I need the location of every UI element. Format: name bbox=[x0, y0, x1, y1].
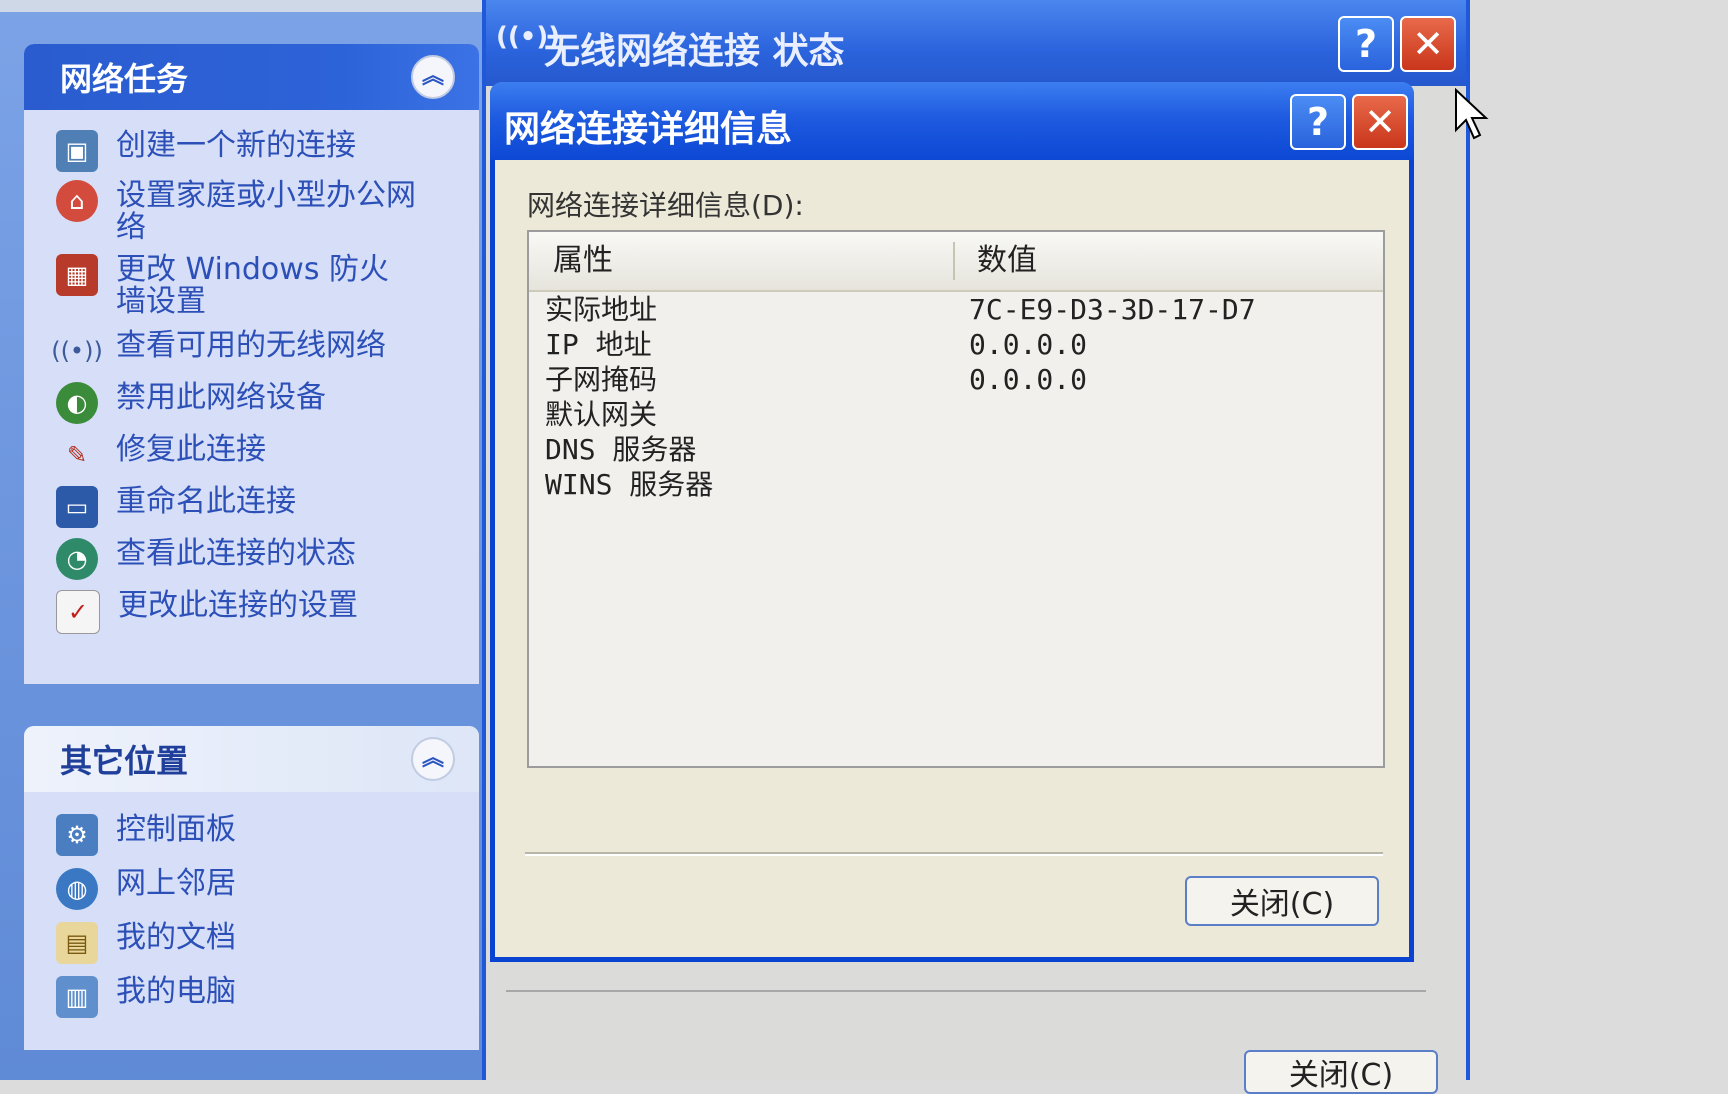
task-disable-device[interactable]: ◐ 禁用此网络设备 bbox=[24, 382, 479, 434]
help-button[interactable]: ? bbox=[1290, 94, 1346, 150]
new-connection-icon: ▣ bbox=[56, 130, 98, 172]
my-documents-icon: ▤ bbox=[56, 922, 98, 964]
mouse-cursor-icon bbox=[1455, 88, 1489, 140]
table-row[interactable]: 实际地址 7C-E9-D3-3D-17-D7 bbox=[529, 292, 1383, 327]
table-row[interactable]: WINS 服务器 bbox=[529, 467, 1383, 502]
firewall-icon: ▦ bbox=[56, 254, 98, 296]
column-divider[interactable] bbox=[953, 242, 955, 280]
network-places-icon: ◍ bbox=[56, 868, 98, 910]
table-row[interactable]: 子网掩码 0.0.0.0 bbox=[529, 362, 1383, 397]
other-places-panel: 其它位置 ︽ ⚙ 控制面板 ◍ 网上邻居 ▤ 我的文档 ▥ 我的电脑 bbox=[24, 726, 479, 1050]
wireless-icon: ((•)) bbox=[51, 337, 103, 365]
network-tasks-header[interactable]: 网络任务 ︽ bbox=[24, 44, 479, 110]
top-strip bbox=[0, 0, 500, 12]
task-change-settings[interactable]: ✓ 更改此连接的设置 bbox=[24, 590, 479, 642]
settings-icon: ✓ bbox=[56, 590, 100, 634]
network-tasks-title: 网络任务 bbox=[60, 60, 189, 98]
place-my-computer[interactable]: ▥ 我的电脑 bbox=[24, 976, 479, 1030]
task-rename[interactable]: ▭ 重命名此连接 bbox=[24, 486, 479, 538]
help-button[interactable]: ? bbox=[1338, 16, 1394, 72]
details-list-label: 网络连接详细信息(D): bbox=[527, 189, 804, 222]
details-listview[interactable]: 属性 数值 实际地址 7C-E9-D3-3D-17-D7 IP 地址 0.0.0… bbox=[527, 230, 1385, 768]
task-repair[interactable]: ✎ 修复此连接 bbox=[24, 434, 479, 486]
details-close-button[interactable]: 关闭(C) bbox=[1185, 876, 1379, 926]
place-my-documents[interactable]: ▤ 我的文档 bbox=[24, 922, 479, 976]
place-control-panel[interactable]: ⚙ 控制面板 bbox=[24, 814, 479, 868]
details-dialog-title: 网络连接详细信息 bbox=[504, 109, 793, 150]
collapse-icon[interactable]: ︽ bbox=[411, 737, 455, 781]
listview-header: 属性 数值 bbox=[529, 232, 1383, 292]
rename-icon: ▭ bbox=[56, 486, 98, 528]
task-create-connection[interactable]: ▣ 创建一个新的连接 bbox=[24, 130, 479, 180]
control-panel-icon: ⚙ bbox=[56, 814, 98, 856]
table-row[interactable]: DNS 服务器 bbox=[529, 432, 1383, 467]
disable-device-icon: ◐ bbox=[56, 382, 98, 424]
task-firewall[interactable]: ▦ 更改 Windows 防火墙设置 bbox=[24, 254, 479, 330]
place-network[interactable]: ◍ 网上邻居 bbox=[24, 868, 479, 922]
collapse-icon[interactable]: ︽ bbox=[411, 55, 455, 99]
repair-icon: ✎ bbox=[66, 441, 88, 469]
dialog-divider bbox=[525, 852, 1383, 856]
status-window-titlebar[interactable]: ((•)) 无线网络连接 状态 ? ✕ bbox=[486, 0, 1466, 86]
task-home-network[interactable]: ⌂ 设置家庭或小型办公网络 bbox=[24, 180, 479, 254]
table-row[interactable]: 默认网关 bbox=[529, 397, 1383, 432]
close-button[interactable]: ✕ bbox=[1400, 16, 1456, 72]
column-header-value[interactable]: 数值 bbox=[977, 232, 1037, 290]
status-divider bbox=[506, 990, 1426, 996]
details-dialog: 网络连接详细信息 ? ✕ 网络连接详细信息(D): 属性 数值 实际地址 7C-… bbox=[490, 82, 1414, 962]
task-view-wireless[interactable]: ((•)) 查看可用的无线网络 bbox=[24, 330, 479, 382]
details-dialog-titlebar[interactable]: 网络连接详细信息 ? ✕ bbox=[490, 82, 1414, 160]
status-close-button[interactable]: 关闭(C) bbox=[1244, 1050, 1438, 1094]
network-tasks-panel: 网络任务 ︽ ▣ 创建一个新的连接 ⌂ 设置家庭或小型办公网络 ▦ 更改 Win… bbox=[24, 44, 479, 684]
close-button[interactable]: ✕ bbox=[1352, 94, 1408, 150]
my-computer-icon: ▥ bbox=[56, 976, 98, 1018]
home-network-icon: ⌂ bbox=[56, 180, 98, 222]
status-window-title: 无线网络连接 状态 bbox=[544, 31, 845, 72]
table-row[interactable]: IP 地址 0.0.0.0 bbox=[529, 327, 1383, 362]
status-icon: ◔ bbox=[56, 538, 98, 580]
column-header-property[interactable]: 属性 bbox=[553, 232, 613, 290]
task-view-status[interactable]: ◔ 查看此连接的状态 bbox=[24, 538, 479, 590]
other-places-header[interactable]: 其它位置 ︽ bbox=[24, 726, 479, 792]
other-places-title: 其它位置 bbox=[60, 742, 189, 780]
